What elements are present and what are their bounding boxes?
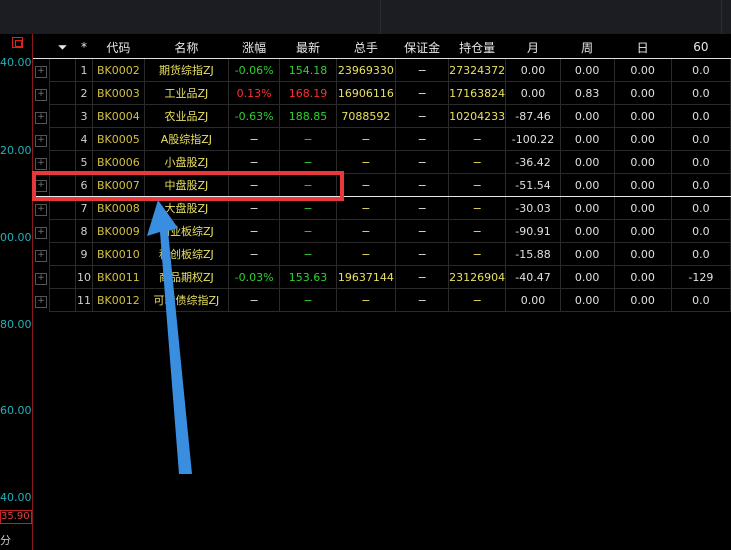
arrow-shape [147, 200, 192, 474]
annotation-arrow [147, 200, 192, 474]
